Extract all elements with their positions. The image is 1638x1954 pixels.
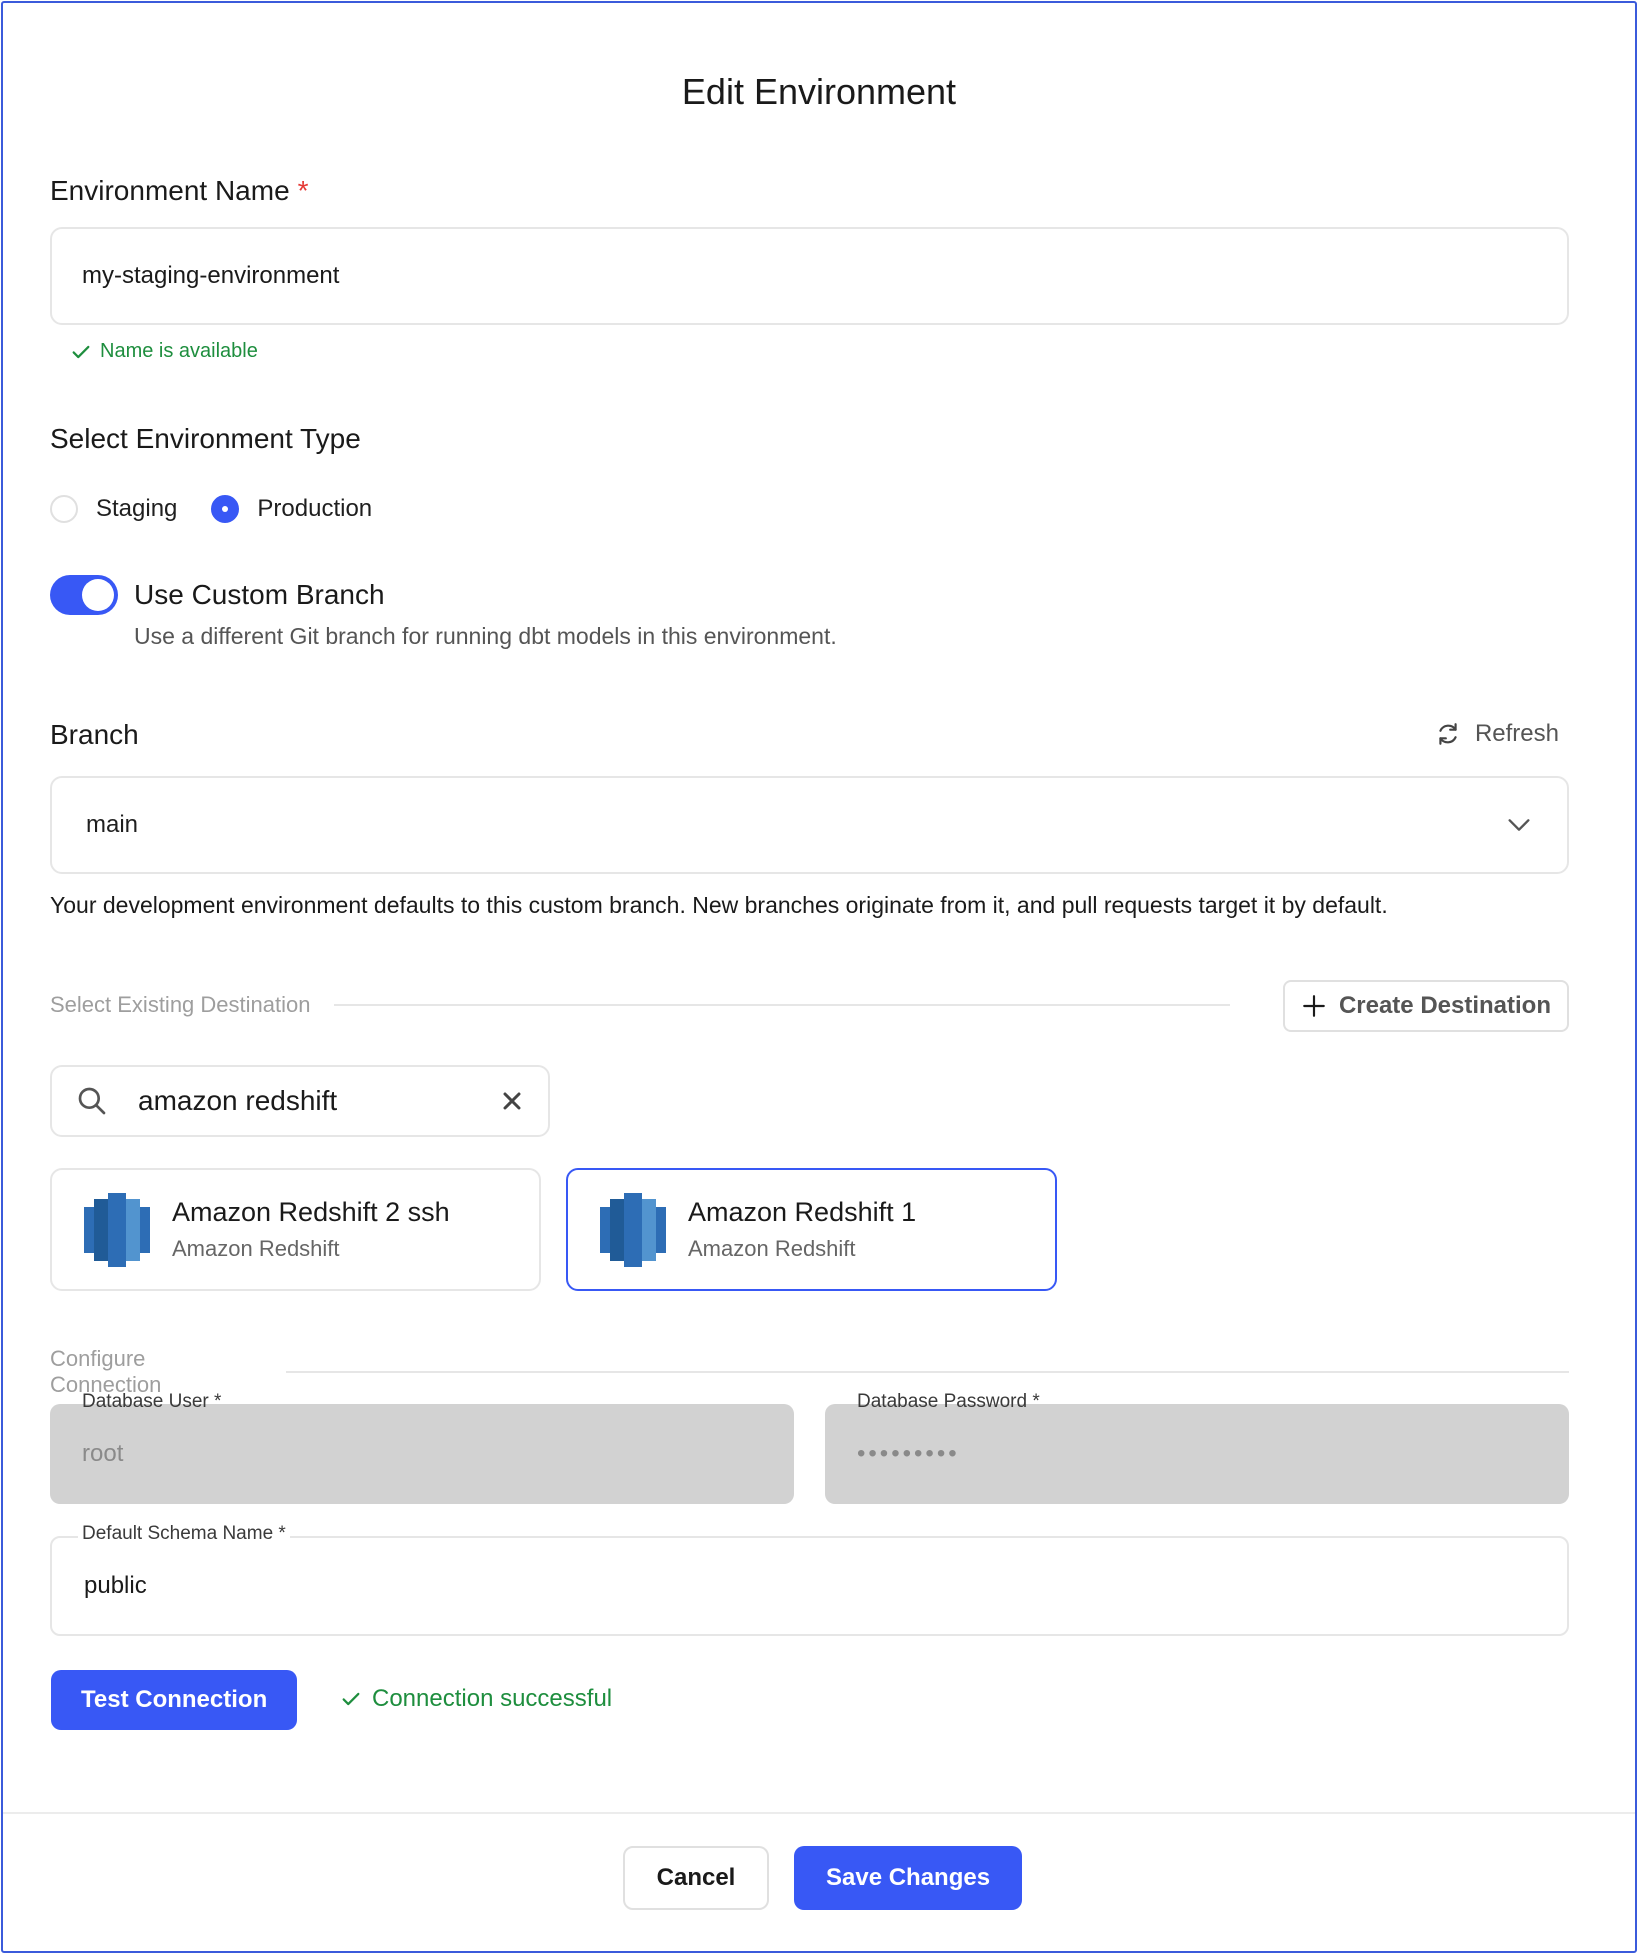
schema-input[interactable]: public (50, 1536, 1569, 1636)
env-name-input[interactable]: my-staging-environment (50, 227, 1569, 325)
branch-selected-value: main (86, 811, 139, 838)
card-name: Amazon Redshift 1 (688, 1197, 917, 1227)
check-icon (72, 345, 90, 358)
cancel-button[interactable]: Cancel (623, 1846, 769, 1910)
db-user-value: root (82, 1440, 124, 1467)
refresh-icon (1439, 723, 1457, 745)
custom-branch-title: Use Custom Branch (134, 579, 385, 610)
env-name-label-text: Environment Name (50, 175, 290, 206)
card-text: Amazon Redshift 2 ssh Amazon Redshift (172, 1197, 450, 1262)
test-connection-button[interactable]: Test Connection (51, 1670, 298, 1730)
chevron-down-icon (1508, 819, 1530, 831)
amazon-redshift-icon (600, 1192, 666, 1267)
db-user-label: Database User * (82, 1391, 222, 1412)
name-available-text: Name is available (100, 340, 258, 362)
env-type-radio-group: Staging Production (50, 495, 406, 523)
connection-status-text: Connection successful (372, 1685, 613, 1712)
edit-environment-dialog: Edit Environment Environment Name * my-st… (1, 1, 1637, 1953)
db-password-input[interactable]: ••••••••• (825, 1404, 1569, 1504)
env-name-label: Environment Name * (50, 175, 309, 207)
db-password-value: ••••••••• (857, 1440, 960, 1467)
destination-card-redshift-2-ssh[interactable]: Amazon Redshift 2 ssh Amazon Redshift (50, 1168, 541, 1291)
card-name: Amazon Redshift 2 ssh (172, 1197, 450, 1227)
radio-staging-label: Staging (96, 495, 178, 522)
check-icon (342, 1692, 360, 1706)
destination-card-redshift-1[interactable]: Amazon Redshift 1 Amazon Redshift (566, 1168, 1057, 1291)
custom-branch-description: Use a different Git branch for running d… (134, 623, 837, 649)
footer-divider (3, 1812, 1635, 1814)
search-icon (78, 1087, 106, 1115)
required-mark: * (297, 175, 309, 206)
db-password-field: ••••••••• Database Password * (825, 1391, 1569, 1504)
search-value: amazon redshift (138, 1085, 338, 1116)
radio-staging[interactable]: Staging (50, 495, 177, 523)
schema-label: Default Schema Name * (78, 1523, 290, 1545)
card-type: Amazon Redshift (172, 1236, 340, 1261)
branch-label: Branch (50, 719, 139, 750)
amazon-redshift-icon (84, 1192, 150, 1267)
custom-branch-toggle[interactable] (50, 575, 118, 615)
card-type: Amazon Redshift (688, 1236, 856, 1261)
create-destination-label: Create Destination (1338, 992, 1551, 1019)
db-user-input[interactable]: root (50, 1404, 794, 1504)
destination-section-header: Select Existing Destination (50, 992, 1231, 1018)
radio-staging-indicator (50, 495, 78, 523)
db-password-label: Database Password * (857, 1391, 1040, 1412)
schema-field: public Default Schema Name * (50, 1523, 1569, 1636)
env-type-label: Select Environment Type (50, 423, 361, 454)
refresh-button[interactable]: Refresh (1435, 720, 1559, 748)
destination-section-label: Select Existing Destination (50, 992, 311, 1017)
branch-select[interactable]: main (50, 776, 1569, 874)
destination-search-input[interactable]: amazon redshift (50, 1065, 550, 1137)
dialog-title: Edit Environment (681, 71, 957, 112)
card-text: Amazon Redshift 1 Amazon Redshift (688, 1197, 916, 1262)
section-divider (334, 1004, 1231, 1006)
section-divider (286, 1371, 1569, 1373)
connection-section-header: Configure Connection (50, 1346, 1569, 1398)
radio-production-indicator (211, 495, 240, 523)
toggle-knob (82, 579, 114, 611)
plus-icon (1303, 995, 1325, 1017)
radio-production[interactable]: Production (211, 495, 372, 523)
connection-status: Connection successful (340, 1685, 612, 1713)
env-name-value: my-staging-environment (82, 262, 340, 289)
refresh-label: Refresh (1474, 720, 1559, 747)
db-user-field: root Database User * (50, 1391, 794, 1504)
name-available-hint: Name is available (70, 340, 258, 363)
save-changes-button[interactable]: Save Changes (794, 1846, 1023, 1910)
clear-icon[interactable] (500, 1089, 524, 1113)
create-destination-button[interactable]: Create Destination (1282, 980, 1569, 1032)
schema-value: public (84, 1572, 147, 1599)
radio-production-label: Production (257, 495, 373, 522)
branch-note: Your development environment defaults to… (50, 892, 1388, 918)
